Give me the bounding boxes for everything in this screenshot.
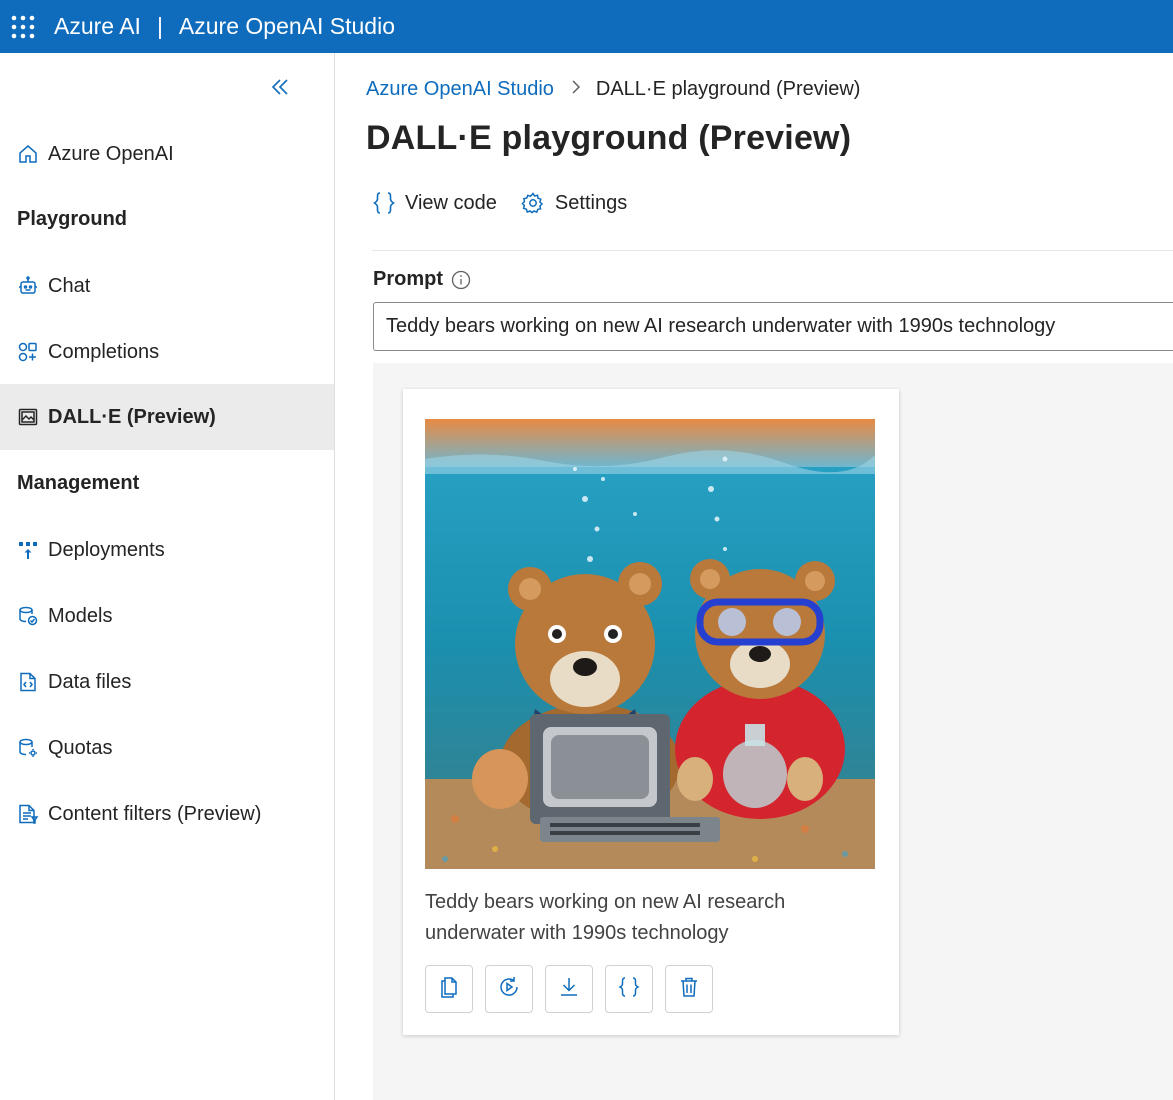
view-code-button[interactable]: View code	[373, 191, 497, 215]
page-title: DALL·E playground (Preview)	[366, 119, 852, 157]
sidebar-item-label: Data files	[48, 670, 132, 693]
image-caption: Teddy bears working on new AI research u…	[425, 891, 786, 944]
toolbar: View code Settings	[373, 191, 651, 215]
gear-icon	[521, 191, 545, 215]
image-icon	[16, 405, 40, 429]
code-braces-icon	[373, 191, 395, 215]
breadcrumb: Azure OpenAI Studio DALL·E playground (P…	[366, 78, 860, 101]
download-icon	[557, 975, 581, 1004]
collapse-sidebar-icon[interactable]	[268, 75, 292, 99]
info-icon[interactable]	[451, 270, 471, 290]
generate-variations-button[interactable]	[485, 965, 533, 1013]
generated-image-card: Teddy bears working on new AI research u…	[403, 389, 899, 1035]
chevron-right-icon	[570, 79, 582, 100]
bot-icon	[16, 274, 40, 298]
download-button[interactable]	[545, 965, 593, 1013]
sidebar-item-quotas[interactable]: Quotas	[0, 715, 334, 781]
generated-image[interactable]	[425, 419, 875, 869]
code-icon	[618, 975, 640, 1004]
home-icon	[16, 142, 40, 166]
data-files-icon	[16, 670, 40, 694]
sidebar: Azure OpenAI Playground Chat Completions…	[0, 53, 335, 1100]
sidebar-item-label: Deployments	[48, 538, 165, 561]
sidebar-item-deployments[interactable]: Deployments	[0, 517, 334, 583]
top-bar: Azure AI | Azure OpenAI Studio	[0, 0, 1173, 53]
prompt-label-text: Prompt	[373, 268, 443, 290]
sidebar-item-models[interactable]: Models	[0, 583, 334, 649]
variations-icon	[497, 975, 521, 1004]
sidebar-heading-playground: Playground	[17, 208, 128, 230]
sidebar-item-label: Content filters (Preview)	[48, 802, 262, 825]
sidebar-item-completions[interactable]: Completions	[0, 319, 334, 385]
models-icon	[16, 604, 40, 628]
sidebar-item-label: Azure OpenAI	[48, 142, 174, 165]
content-filters-icon	[16, 802, 40, 826]
deployments-icon	[16, 538, 40, 562]
completions-icon	[16, 340, 40, 364]
sidebar-item-content-filters[interactable]: Content filters (Preview)	[0, 781, 334, 847]
settings-label: Settings	[554, 191, 628, 214]
sidebar-heading-management: Management	[17, 472, 140, 494]
copy-icon	[437, 975, 461, 1004]
brand-separator: |	[156, 13, 163, 39]
settings-button[interactable]: Settings	[521, 191, 627, 215]
image-actions	[425, 965, 725, 1013]
studio-title[interactable]: Azure OpenAI Studio	[179, 13, 395, 40]
app-launcher-icon[interactable]	[0, 0, 46, 53]
breadcrumb-current: DALL·E playground (Preview)	[595, 78, 861, 100]
results-gallery: Teddy bears working on new AI research u…	[373, 363, 1173, 1100]
sidebar-item-label: Completions	[48, 340, 160, 363]
sidebar-item-data-files[interactable]: Data files	[0, 649, 334, 715]
sidebar-item-label: Models	[48, 604, 113, 627]
view-code-image-button[interactable]	[605, 965, 653, 1013]
view-code-label: View code	[405, 191, 497, 214]
prompt-input[interactable]	[373, 302, 1173, 351]
delete-button[interactable]	[665, 965, 713, 1013]
copy-button[interactable]	[425, 965, 473, 1013]
sidebar-item-label: Chat	[48, 274, 91, 297]
sidebar-item-chat[interactable]: Chat	[0, 253, 334, 319]
delete-icon	[677, 975, 701, 1004]
sidebar-item-dalle[interactable]: DALL·E (Preview)	[0, 384, 334, 450]
toolbar-divider	[372, 250, 1173, 251]
prompt-label: Prompt	[373, 268, 471, 291]
sidebar-item-label: DALL·E (Preview)	[48, 405, 216, 428]
brand-link[interactable]: Azure AI	[54, 13, 141, 40]
quotas-icon	[16, 736, 40, 760]
breadcrumb-root-link[interactable]: Azure OpenAI Studio	[366, 78, 554, 101]
main-content: Azure OpenAI Studio DALL·E playground (P…	[335, 53, 1173, 1100]
sidebar-item-label: Quotas	[48, 736, 113, 759]
sidebar-item-azure-openai[interactable]: Azure OpenAI	[0, 121, 334, 187]
